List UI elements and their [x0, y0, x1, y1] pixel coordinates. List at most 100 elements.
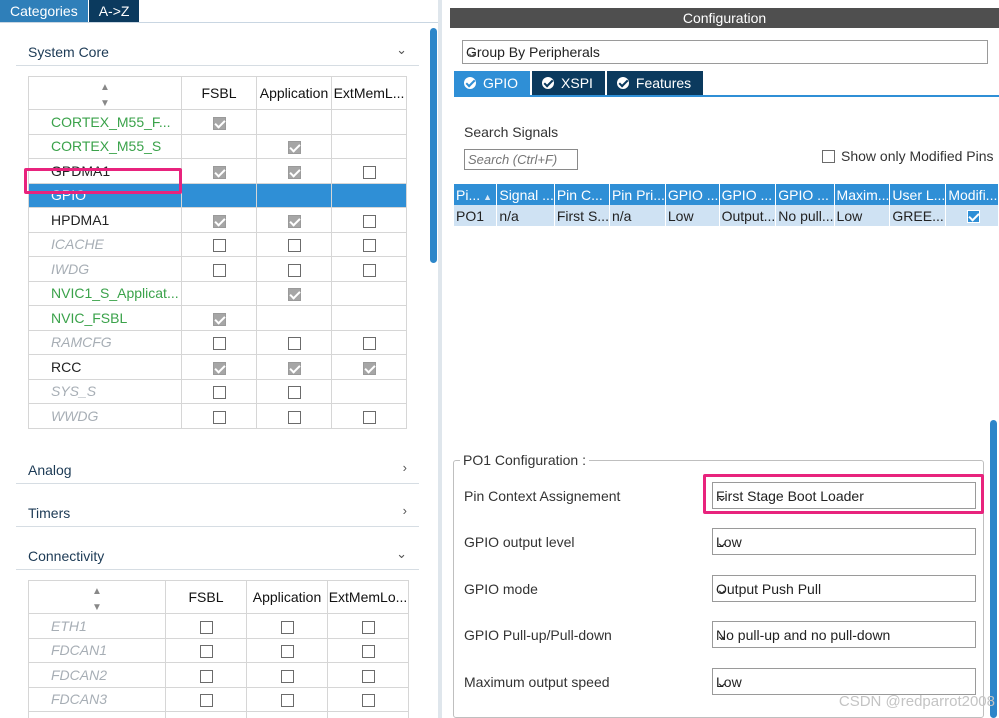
- peripheral-name[interactable]: RAMCFG: [28, 329, 182, 355]
- peripheral-name[interactable]: FDCAN1: [28, 637, 166, 663]
- signal-col-header[interactable]: GPIO ...: [775, 184, 835, 205]
- context-cell[interactable]: [181, 403, 257, 429]
- checkbox-icon[interactable]: [362, 214, 376, 228]
- search-input[interactable]: [464, 149, 578, 170]
- checked-checkbox-icon[interactable]: [287, 165, 301, 179]
- peripheral-name[interactable]: CORTEX_M55_F...: [28, 109, 182, 135]
- sort-icon[interactable]: ▲ ▼: [28, 76, 182, 110]
- context-cell[interactable]: [256, 403, 332, 429]
- peripheral-name[interactable]: FDCAN2: [28, 662, 166, 688]
- checked-checkbox-icon[interactable]: [212, 165, 226, 179]
- context-cell[interactable]: [165, 637, 247, 663]
- group-by-select[interactable]: Group By Peripherals ⌄: [462, 40, 988, 64]
- checkbox-icon[interactable]: [212, 337, 226, 351]
- checkbox-icon[interactable]: [362, 165, 376, 179]
- context-cell[interactable]: [246, 637, 328, 663]
- connectivity-header[interactable]: Connectivity ⌄: [16, 542, 419, 570]
- checkbox-icon[interactable]: [280, 645, 294, 659]
- tab-gpio[interactable]: GPIO: [454, 71, 533, 95]
- table-row[interactable]: RCC: [28, 354, 407, 380]
- checked-checkbox-icon[interactable]: [362, 361, 376, 375]
- context-cell[interactable]: [181, 329, 257, 355]
- context-cell[interactable]: [256, 231, 332, 257]
- checkbox-icon[interactable]: [361, 669, 375, 683]
- timers-header[interactable]: Timers ›: [16, 499, 419, 527]
- signal-col-header[interactable]: GPIO ...: [665, 184, 720, 205]
- context-cell[interactable]: [327, 711, 409, 718]
- table-row[interactable]: FDCAN1: [28, 637, 409, 663]
- analog-header[interactable]: Analog ›: [16, 456, 419, 484]
- context-cell[interactable]: [165, 662, 247, 688]
- signal-col-header[interactable]: Modifi...: [945, 184, 999, 205]
- checked-checkbox-icon[interactable]: [212, 361, 226, 375]
- peripheral-name[interactable]: ETH1: [28, 613, 166, 639]
- checkbox-icon[interactable]: [362, 263, 376, 277]
- context-cell[interactable]: [181, 256, 257, 282]
- context-cell[interactable]: [246, 686, 328, 712]
- peripheral-name[interactable]: RCC: [28, 354, 182, 380]
- context-cell[interactable]: [256, 280, 332, 306]
- peripheral-name[interactable]: NVIC_FSBL: [28, 305, 182, 331]
- context-cell[interactable]: [256, 256, 332, 282]
- checked-checkbox-icon[interactable]: [287, 214, 301, 228]
- context-cell[interactable]: [331, 158, 407, 184]
- checkbox-icon[interactable]: [361, 645, 375, 659]
- pin-config-select[interactable]: Low ⌄: [712, 528, 976, 555]
- checkbox-icon[interactable]: [212, 410, 226, 424]
- table-row[interactable]: NVIC1_S_Applicat...: [28, 280, 407, 306]
- table-row[interactable]: NVIC_FSBL: [28, 305, 407, 331]
- context-cell[interactable]: [331, 354, 407, 380]
- context-cell[interactable]: [256, 207, 332, 233]
- checkbox-icon[interactable]: [361, 694, 375, 708]
- context-cell[interactable]: [165, 711, 247, 718]
- table-row[interactable]: CORTEX_M55_S: [28, 133, 407, 159]
- context-cell[interactable]: [256, 378, 332, 404]
- checkbox-icon[interactable]: [280, 620, 294, 634]
- peripheral-name[interactable]: WWDG: [28, 403, 182, 429]
- checkbox-icon[interactable]: [287, 386, 301, 400]
- checkbox-icon[interactable]: [361, 620, 375, 634]
- signal-col-header[interactable]: Pin C...: [554, 184, 610, 205]
- checkbox-icon[interactable]: [280, 669, 294, 683]
- context-cell[interactable]: [181, 231, 257, 257]
- table-row[interactable]: WWDG: [28, 403, 407, 429]
- context-cell[interactable]: [246, 662, 328, 688]
- signal-col-header[interactable]: Pin Pri...: [609, 184, 666, 205]
- panel-splitter[interactable]: [438, 0, 442, 718]
- checkbox-icon[interactable]: [287, 239, 301, 253]
- table-row[interactable]: FDCAN3: [28, 686, 409, 712]
- signal-col-header[interactable]: Maxim...: [834, 184, 891, 205]
- checked-checkbox-icon[interactable]: [212, 312, 226, 326]
- left-scrollbar[interactable]: [430, 28, 437, 263]
- signal-col-header[interactable]: Pi... ▲: [454, 184, 498, 205]
- checked-checkbox-icon[interactable]: [287, 288, 301, 302]
- signal-col-header[interactable]: Signal ...: [496, 184, 555, 205]
- context-cell[interactable]: [256, 158, 332, 184]
- checkbox-icon[interactable]: [199, 694, 213, 708]
- checked-checkbox-icon[interactable]: [212, 116, 226, 130]
- context-cell[interactable]: [331, 207, 407, 233]
- context-cell[interactable]: [327, 662, 409, 688]
- checkbox-icon[interactable]: [362, 410, 376, 424]
- checked-checkbox-icon[interactable]: [212, 214, 226, 228]
- checkbox-icon[interactable]: [212, 386, 226, 400]
- context-cell[interactable]: [181, 109, 257, 135]
- signal-col-header[interactable]: User L...: [889, 184, 947, 205]
- checkbox-icon[interactable]: [199, 669, 213, 683]
- table-row[interactable]: PO1 n/a First S... n/a Low Output... No pull..…: [454, 205, 999, 226]
- context-cell[interactable]: [181, 354, 257, 380]
- context-cell[interactable]: [165, 613, 247, 639]
- checkbox-icon[interactable]: [199, 620, 213, 634]
- tab-categories[interactable]: Categories: [0, 0, 89, 22]
- checkbox-icon[interactable]: [362, 239, 376, 253]
- table-row[interactable]: HPDMA1: [28, 207, 407, 233]
- tab-xspi[interactable]: XSPI: [532, 71, 607, 95]
- pin-config-select[interactable]: Low ⌄: [712, 668, 976, 695]
- checkbox-icon[interactable]: [199, 645, 213, 659]
- table-row[interactable]: CORTEX_M55_F...: [28, 109, 407, 135]
- context-cell[interactable]: [181, 207, 257, 233]
- context-cell[interactable]: [181, 305, 257, 331]
- peripheral-name[interactable]: SYS_S: [28, 378, 182, 404]
- peripheral-name[interactable]: CORTEX_M55_S: [28, 133, 182, 159]
- table-row[interactable]: SYS_S: [28, 378, 407, 404]
